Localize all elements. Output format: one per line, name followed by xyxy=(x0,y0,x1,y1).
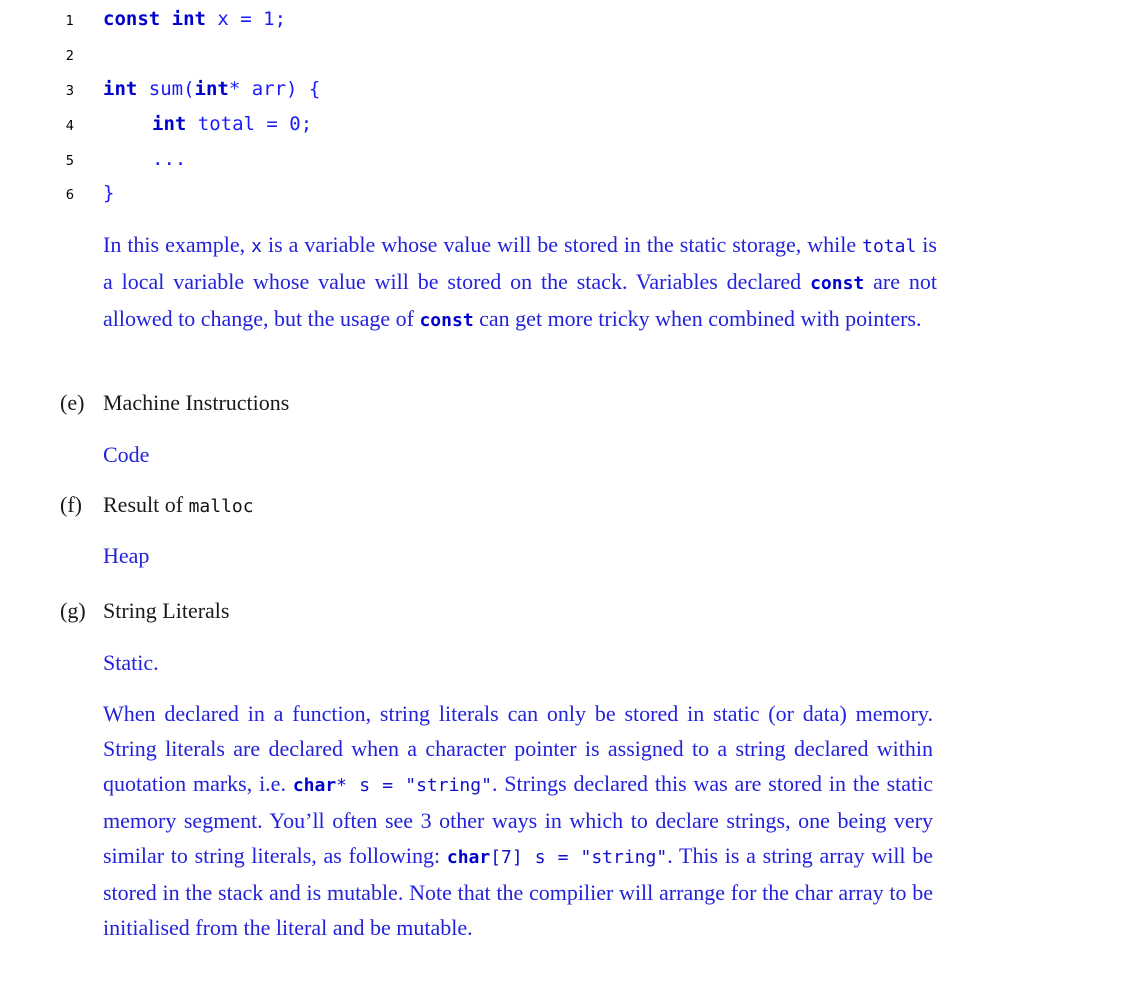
explanation-paragraph: When declared in a function, string lite… xyxy=(103,696,933,945)
item-text: String Literals xyxy=(103,598,230,623)
list-item: (e) Machine Instructions xyxy=(60,390,289,416)
inline-code: * s = "string" xyxy=(336,775,492,796)
code-rest: * arr) { xyxy=(228,78,321,100)
line-number: 1 xyxy=(65,14,74,29)
inline-code-keyword: char xyxy=(446,847,491,868)
inline-code-keyword: const xyxy=(419,310,474,331)
text-run: In this example, xyxy=(103,232,252,257)
line-number: 4 xyxy=(65,119,74,134)
code-line: 4 int total = 0; xyxy=(0,113,1146,147)
document-page: 1 const int x = 1; 2 3 int sum(int* arr)… xyxy=(0,0,1146,1002)
inline-code-keyword: char xyxy=(292,775,337,796)
code-rest: total = 0; xyxy=(186,113,313,135)
code-keyword: int xyxy=(152,113,187,135)
item-answer: Code xyxy=(103,442,150,467)
code-line: 5 ... xyxy=(0,148,1146,182)
code-keyword: int xyxy=(171,8,206,30)
list-item: (f) Result of malloc xyxy=(60,492,254,518)
code-text: } xyxy=(103,182,115,204)
code-text: ... xyxy=(152,148,187,170)
code-line: 6 } xyxy=(0,182,1146,216)
item-answer: Static. xyxy=(103,650,159,675)
item-text: Machine Instructions xyxy=(103,390,290,415)
code-text: int sum(int* arr) { xyxy=(103,78,320,100)
code-keyword: int xyxy=(194,78,229,100)
inline-code-keyword: const xyxy=(810,273,865,294)
explanation-paragraph: In this example, x is a variable whose v… xyxy=(103,227,937,338)
code-line: 2 xyxy=(0,43,1146,77)
code-text: int total = 0; xyxy=(152,113,312,135)
inline-code: total xyxy=(862,236,917,257)
code-keyword: const xyxy=(103,8,161,30)
line-number: 5 xyxy=(65,154,74,169)
code-rest: x = 1; xyxy=(205,8,287,30)
text-run: can get more tricky when combined with p… xyxy=(473,306,922,331)
text-run: is a variable whose value will be stored… xyxy=(261,232,863,257)
code-line: 1 const int x = 1; xyxy=(0,8,1146,42)
code-keyword: int xyxy=(103,78,138,100)
list-item: (g) String Literals xyxy=(60,598,229,624)
item-text: Result of xyxy=(103,492,189,517)
item-answer: Heap xyxy=(103,543,150,568)
inline-code: x xyxy=(251,236,262,257)
code-line: 3 int sum(int* arr) { xyxy=(0,78,1146,112)
line-number: 2 xyxy=(65,49,74,64)
line-number: 3 xyxy=(65,84,74,99)
line-number: 6 xyxy=(65,188,74,203)
inline-code: malloc xyxy=(188,496,254,517)
inline-code: [7] s = "string" xyxy=(490,847,668,868)
code-mid: sum( xyxy=(137,78,195,100)
item-label: (f) xyxy=(60,492,82,517)
item-label: (g) xyxy=(60,598,86,623)
item-label: (e) xyxy=(60,390,85,415)
code-text: const int x = 1; xyxy=(103,8,286,30)
